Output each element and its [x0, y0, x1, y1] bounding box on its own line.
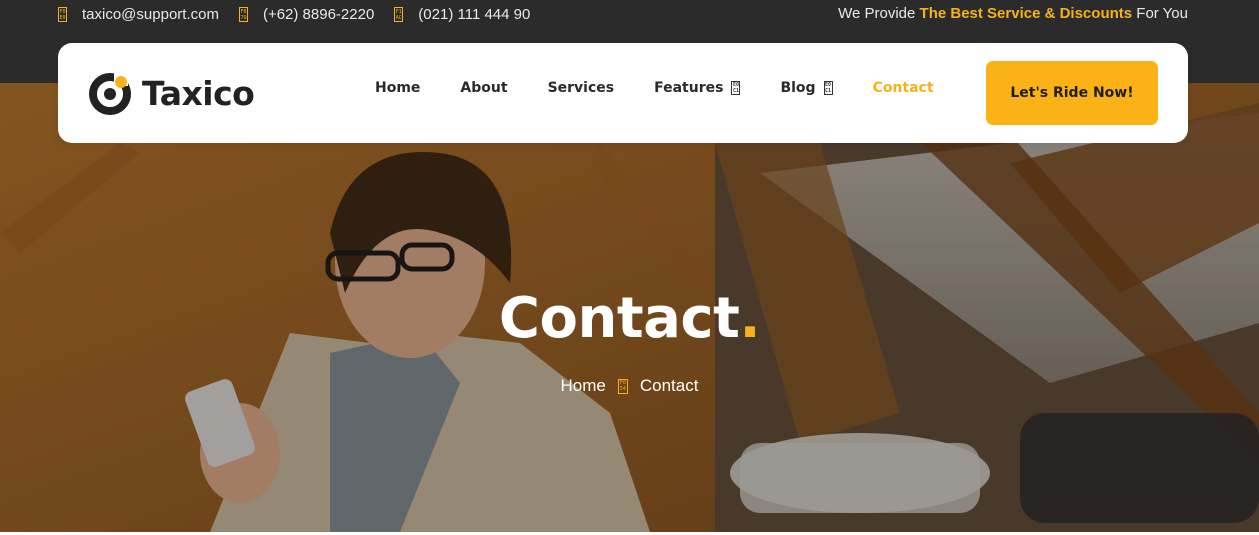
contact-phone-office[interactable]: F1 AC (021) 111 444 90 [394, 6, 530, 23]
page-title-text: Contact [498, 286, 740, 351]
page-title: Contact. [0, 286, 1259, 351]
breadcrumb-current: Contact [639, 376, 699, 395]
contact-email-text: taxico@support.com [82, 5, 219, 23]
nav-item-contact[interactable]: Contact [873, 80, 934, 96]
nav-item-label: Home [375, 80, 421, 96]
contact-email[interactable]: F0 E0 taxico@support.com [58, 6, 219, 23]
main-header: Taxico Home About Services Features E0 C1… [58, 43, 1188, 143]
nav-item-services[interactable]: Services [548, 80, 615, 96]
logo-icon [89, 72, 131, 115]
nav-item-about[interactable]: About [460, 80, 507, 96]
tagline-highlight: The Best Service & Discounts [919, 5, 1133, 22]
ride-now-button[interactable]: Let's Ride Now! [986, 61, 1158, 125]
phone-icon: F8 79 [238, 6, 248, 22]
nav-item-label: Contact [872, 80, 934, 96]
contact-phone-mobile-text: (+62) 8896-2220 [262, 5, 375, 23]
chevron-down-icon: E0 C1 [823, 81, 833, 95]
logo-text: Taxico [142, 73, 255, 113]
page-title-dot: . [739, 286, 761, 351]
phone-icon: F1 AC [394, 6, 404, 22]
nav-item-label: Services [547, 80, 615, 96]
top-contact-list: F0 E0 taxico@support.com F8 79 (+62) 8896-… [58, 5, 550, 23]
nav-item-home[interactable]: Home [375, 80, 420, 96]
nav-item-features[interactable]: Features E0 C1 [654, 80, 741, 96]
tagline-prefix: We Provide [838, 5, 920, 22]
main-nav: Home About Services Features E0 C1 Blog E… [375, 80, 974, 96]
nav-item-label: Features [654, 80, 724, 96]
email-icon: F0 E0 [58, 6, 67, 22]
nav-item-label: Blog [780, 80, 816, 96]
breadcrumb-home[interactable]: Home [561, 376, 606, 396]
chevron-right-icon: F0 54 [617, 378, 628, 394]
nav-item-blog[interactable]: Blog E0 C1 [780, 80, 833, 96]
nav-item-label: About [460, 80, 508, 96]
contact-phone-office-text: (021) 111 444 90 [418, 5, 531, 23]
tagline-suffix: For You [1132, 5, 1188, 22]
logo[interactable]: Taxico [88, 70, 255, 116]
contact-phone-mobile[interactable]: F8 79 (+62) 8896-2220 [238, 5, 375, 23]
breadcrumb: Home F0 54 Contact [0, 376, 1259, 396]
chevron-down-icon: E0 C1 [731, 81, 741, 95]
top-tagline: We Provide The Best Service & Discounts … [838, 5, 1188, 22]
